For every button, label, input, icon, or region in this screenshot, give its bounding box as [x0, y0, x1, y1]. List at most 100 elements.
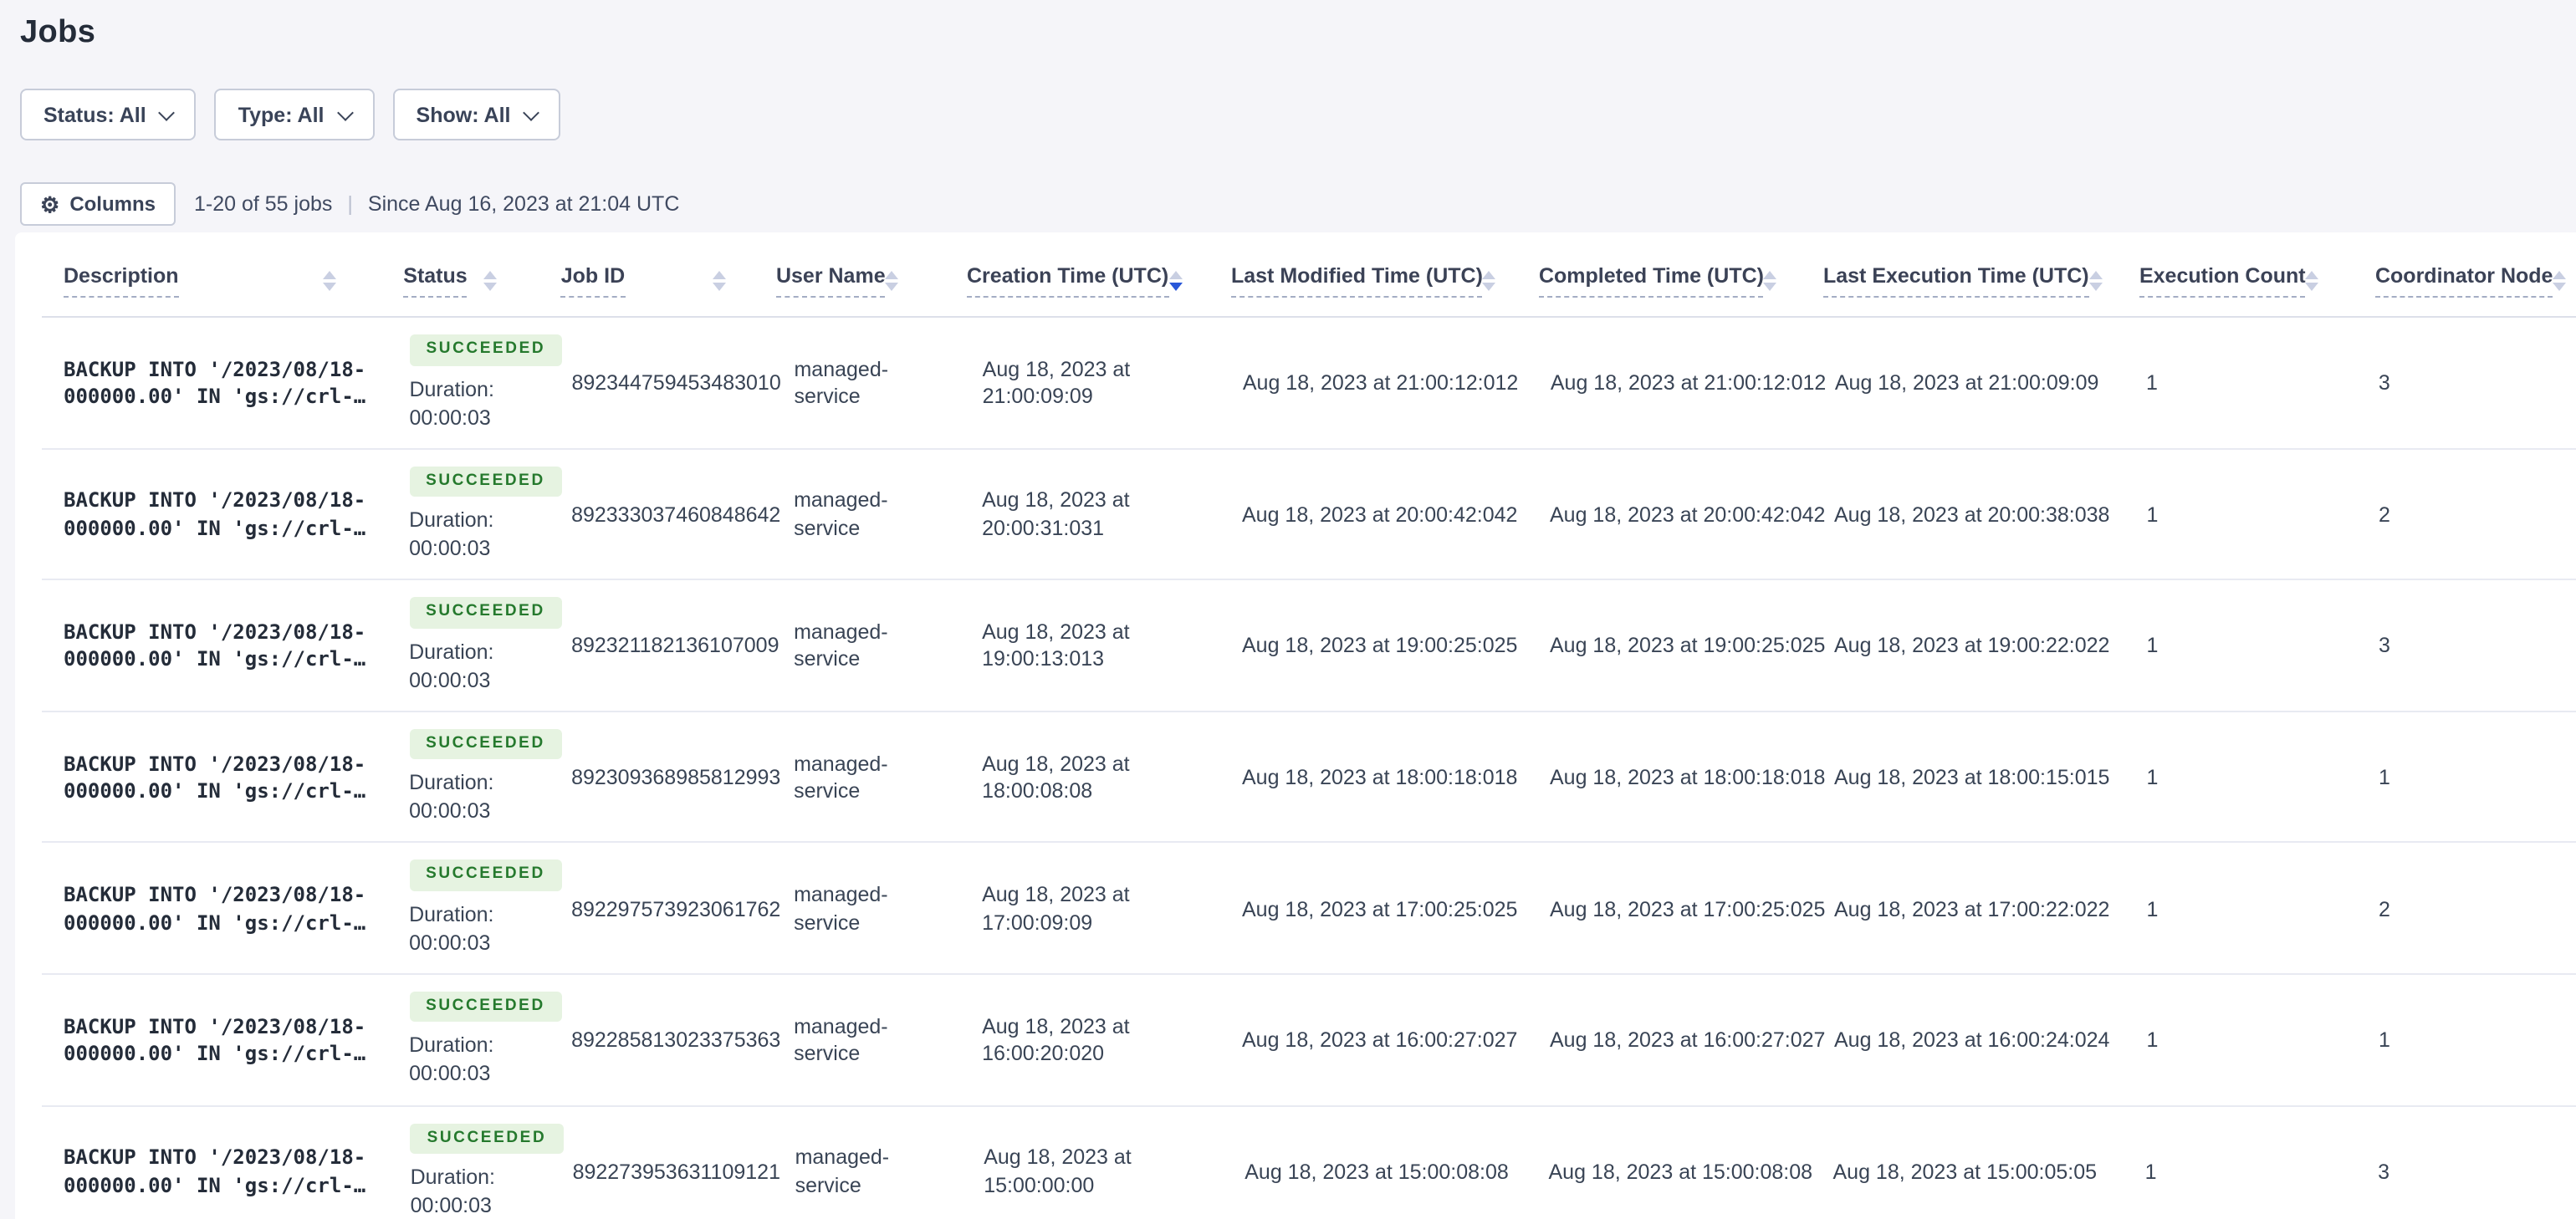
completed-time: Aug 18, 2023 at 18:00:18:018: [1550, 766, 1826, 790]
sort-desc-icon: [1168, 282, 1183, 290]
job-description: BACKUP INTO '/2023/08/18-000000.00' IN '…: [64, 488, 366, 540]
column-header-label: Creation Time (UTC): [966, 263, 1169, 297]
completed-time: Aug 18, 2023 at 21:00:12:012: [1550, 371, 1827, 395]
job-duration: Duration: 00:00:03: [409, 771, 494, 824]
table-body: BACKUP INTO '/2023/08/18-000000.00' IN '…: [15, 318, 2576, 1219]
creation-time: Aug 18, 2023 at 21:00:09:09: [982, 357, 1131, 409]
job-duration: Duration: 00:00:03: [409, 508, 494, 561]
user-name: managed-service: [795, 1145, 890, 1197]
user-name: managed-service: [794, 357, 889, 409]
column-header-label: Job ID: [560, 263, 626, 297]
status-badge: SUCCEEDED: [409, 859, 562, 891]
column-header-label: Coordinator Node: [2374, 263, 2553, 297]
column-header[interactable]: Last Execution Time (UTC): [1807, 263, 2123, 297]
coordinator-node: 2: [2379, 897, 2390, 921]
last-execution-time: Aug 18, 2023 at 19:00:22:022: [1834, 634, 2110, 658]
filter-bar: Status: All Type: All Show: All: [20, 89, 2576, 140]
coordinator-node: 3: [2379, 634, 2390, 658]
sort-asc-icon: [885, 270, 899, 278]
filter-label: Status: All: [43, 103, 146, 126]
sort-arrows-icon: [483, 270, 498, 290]
sort-asc-icon: [2305, 270, 2319, 278]
job-duration: Duration: 00:00:03: [410, 1165, 496, 1218]
sort-arrows-icon: [2305, 270, 2319, 290]
sort-arrows-icon: [1168, 270, 1183, 290]
column-header[interactable]: Coordinator Node: [2359, 263, 2576, 297]
sort-desc-icon: [712, 282, 726, 290]
page-title: Jobs: [20, 15, 96, 50]
job-row: BACKUP INTO '/2023/08/18-000000.00' IN '…: [15, 712, 2576, 844]
job-duration: Duration: 00:00:03: [409, 377, 494, 430]
column-header[interactable]: Description: [15, 263, 386, 297]
last-execution-time: Aug 18, 2023 at 15:00:05:05: [1832, 1160, 2098, 1184]
job-id: 892297573923061762: [571, 897, 781, 921]
status-badge: SUCCEEDED: [409, 728, 562, 760]
last-modified-time: Aug 18, 2023 at 20:00:42:042: [1242, 502, 1518, 527]
completed-time: Aug 18, 2023 at 19:00:25:025: [1550, 634, 1826, 658]
column-header[interactable]: Status: [386, 263, 544, 297]
sort-asc-icon: [1482, 270, 1496, 278]
column-header[interactable]: Last Modified Time (UTC): [1214, 263, 1522, 297]
column-header[interactable]: Execution Count: [2123, 263, 2359, 297]
sort-asc-icon: [712, 270, 726, 278]
gear-icon: ⚙: [40, 191, 60, 217]
chevron-down-icon: [523, 104, 540, 120]
sort-arrows-icon: [712, 270, 726, 290]
completed-time: Aug 18, 2023 at 20:00:42:042: [1550, 502, 1826, 527]
columns-button-label: Columns: [69, 192, 156, 216]
completed-time: Aug 18, 2023 at 17:00:25:025: [1550, 897, 1826, 921]
user-name: managed-service: [794, 620, 888, 671]
last-modified-time: Aug 18, 2023 at 15:00:08:08: [1245, 1160, 1509, 1184]
sort-asc-icon: [323, 270, 337, 278]
sort-desc-icon: [2088, 282, 2103, 290]
status-badge: SUCCEEDED: [409, 466, 562, 497]
job-description: BACKUP INTO '/2023/08/18-000000.00' IN '…: [64, 883, 366, 935]
last-modified-time: Aug 18, 2023 at 19:00:25:025: [1242, 634, 1518, 658]
execution-count: 1: [2146, 766, 2159, 790]
sort-desc-icon: [483, 282, 498, 290]
filter-dropdown-button[interactable]: Show: All: [392, 89, 561, 140]
filter-dropdown-button[interactable]: Status: All: [20, 89, 197, 140]
user-name: managed-service: [794, 752, 888, 803]
user-name: managed-service: [794, 488, 888, 540]
sort-arrows-icon: [885, 270, 899, 290]
sort-arrows-icon: [323, 270, 337, 290]
toolbar-summary: 1-20 of 55 jobs | Since Aug 16, 2023 at …: [194, 192, 679, 216]
column-header[interactable]: Completed Time (UTC): [1522, 263, 1807, 297]
status-badge: SUCCEEDED: [409, 992, 562, 1023]
last-modified-time: Aug 18, 2023 at 18:00:18:018: [1242, 766, 1518, 790]
last-execution-time: Aug 18, 2023 at 17:00:22:022: [1834, 897, 2110, 921]
column-header-label: Last Modified Time (UTC): [1230, 263, 1483, 297]
sort-desc-icon: [1482, 282, 1496, 290]
execution-count: 1: [2146, 371, 2158, 395]
toolbar-separator: |: [347, 192, 353, 216]
execution-count: 1: [2146, 634, 2159, 658]
column-header-label: Execution Count: [2139, 263, 2306, 297]
coordinator-node: 1: [2379, 1028, 2390, 1053]
column-header[interactable]: Creation Time (UTC): [950, 263, 1214, 297]
chevron-down-icon: [336, 104, 354, 120]
execution-count: 1: [2146, 897, 2159, 921]
job-id: 892273953631109121: [572, 1160, 780, 1184]
column-header-label: Description: [64, 263, 179, 297]
column-header[interactable]: User Name: [759, 263, 950, 297]
sort-arrows-icon: [2088, 270, 2103, 290]
job-description: BACKUP INTO '/2023/08/18-000000.00' IN '…: [64, 1145, 366, 1197]
job-id: 892344759453483010: [571, 371, 781, 395]
job-description: BACKUP INTO '/2023/08/18-000000.00' IN '…: [64, 1014, 366, 1066]
sort-desc-icon: [2553, 282, 2567, 290]
column-header[interactable]: Job ID: [544, 263, 759, 297]
creation-time: Aug 18, 2023 at 20:00:31:031: [982, 488, 1130, 540]
filter-label: Type: All: [238, 103, 325, 126]
chevron-down-icon: [158, 104, 176, 120]
sort-desc-icon: [1763, 282, 1777, 290]
filter-dropdown-button[interactable]: Type: All: [214, 89, 375, 140]
jobs-count: 1-20 of 55 jobs: [194, 192, 333, 216]
last-execution-time: Aug 18, 2023 at 18:00:15:015: [1834, 766, 2110, 790]
column-header-label: Status: [403, 263, 468, 297]
sort-asc-icon: [1168, 270, 1183, 278]
creation-time: Aug 18, 2023 at 17:00:09:09: [982, 883, 1130, 935]
columns-button[interactable]: ⚙ Columns: [20, 182, 176, 226]
coordinator-node: 3: [2378, 371, 2390, 395]
job-row: BACKUP INTO '/2023/08/18-000000.00' IN '…: [15, 580, 2576, 712]
